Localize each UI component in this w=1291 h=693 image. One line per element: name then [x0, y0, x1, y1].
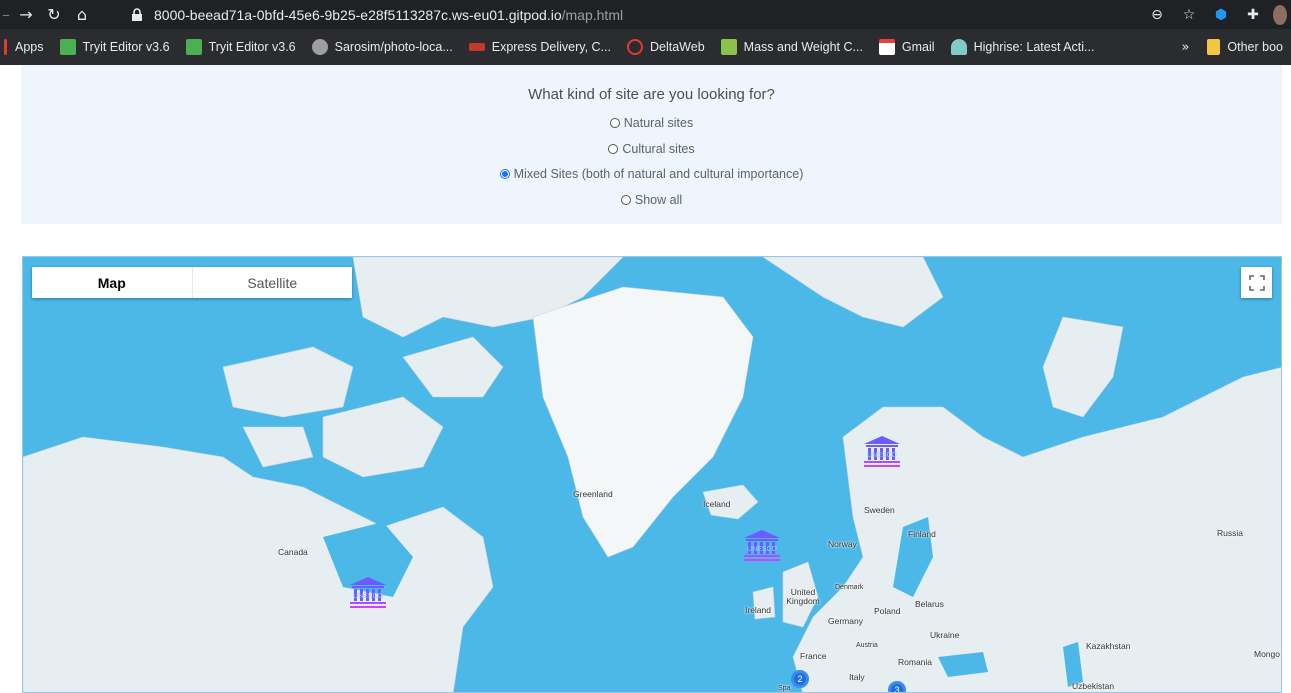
map-label-mongolia: Mongo: [1254, 649, 1280, 659]
map-type-map-button[interactable]: Map: [32, 267, 192, 298]
forward-icon[interactable]: →: [12, 0, 40, 29]
map-label-sweden: Sweden: [864, 505, 895, 515]
map-type-control: Map Satellite: [32, 267, 352, 298]
apps-grid-icon: [4, 39, 7, 55]
map-label-spain: Spa: [778, 685, 791, 692]
more-bookmarks-chevron[interactable]: »: [1167, 40, 1203, 55]
profile-avatar[interactable]: [1273, 4, 1287, 25]
folder-icon: [1207, 39, 1221, 55]
map-label-greenland: Greenland: [573, 489, 613, 499]
home-icon[interactable]: ⌂: [68, 0, 96, 29]
bookmark-mass-weight[interactable]: Mass and Weight C...: [713, 29, 871, 65]
svg-text:UNESCO: UNESCO: [353, 593, 384, 600]
other-bookmarks[interactable]: Other boo: [1203, 29, 1291, 65]
zoom-icon[interactable]: ⊖: [1145, 3, 1169, 27]
puzzle-icon[interactable]: ✚: [1241, 3, 1265, 27]
reload-icon[interactable]: ↻: [40, 0, 68, 29]
svg-text:UNESCO: UNESCO: [747, 546, 778, 553]
express-icon: [468, 43, 485, 51]
bookmark-highrise[interactable]: Highrise: Latest Acti...: [943, 29, 1103, 65]
map-label-romania: Romania: [898, 657, 933, 667]
option-show-all[interactable]: Show all: [21, 193, 1282, 207]
url-path: /map.html: [561, 6, 624, 23]
map-label-uzbekistan: Uzbekistan: [1072, 681, 1115, 691]
lock-icon: [132, 7, 142, 21]
github-icon: [311, 39, 328, 55]
radio-mixed[interactable]: [499, 169, 510, 179]
tryit-icon: [185, 39, 202, 55]
bookmark-label: Apps: [15, 40, 44, 54]
map-label-norway: Norway: [828, 539, 857, 549]
option-label: Natural sites: [623, 116, 694, 130]
browser-toolbar: – → ↻ ⌂ 8000-beead71a-0bfd-45e6-9b25-e28…: [0, 0, 1291, 29]
map-label-poland: Poland: [874, 606, 901, 616]
radio-show-all[interactable]: [620, 195, 631, 205]
bookmark-label: DeltaWeb: [649, 40, 705, 54]
unesco-marker-icon[interactable]: UNESCO: [741, 528, 783, 564]
map-label-kazakhstan: Kazakhstan: [1086, 641, 1131, 651]
svg-text:UNESCO: UNESCO: [867, 452, 898, 459]
map-label-russia: Russia: [1217, 528, 1243, 538]
bookmark-deltaweb[interactable]: DeltaWeb: [619, 29, 713, 65]
bookmark-gmail[interactable]: Gmail: [871, 29, 943, 65]
url-host: 8000-beead71a-0bfd-45e6-9b25-e28f5113287…: [154, 6, 562, 23]
bookmark-apps[interactable]: Apps: [0, 29, 52, 65]
star-icon[interactable]: ☆: [1177, 3, 1201, 27]
option-natural[interactable]: Natural sites: [21, 116, 1282, 130]
url-bar[interactable]: 8000-beead71a-0bfd-45e6-9b25-e28f5113287…: [118, 2, 1206, 27]
world-map[interactable]: Map Satellite Greenland Iceland Canada S…: [22, 256, 1282, 693]
extension-hex-icon[interactable]: ⬢: [1209, 3, 1233, 27]
map-tiles: [23, 257, 1281, 692]
bookmark-tryit-1[interactable]: Tryit Editor v3.6: [52, 29, 178, 65]
bookmark-github[interactable]: Sarosim/photo-loca...: [304, 29, 461, 65]
bookmark-label: Tryit Editor v3.6: [208, 40, 296, 54]
bookmark-label: Gmail: [901, 40, 935, 54]
map-label-austria: Austria: [856, 642, 878, 649]
site-filter-panel: What kind of site are you looking for? N…: [21, 65, 1282, 224]
map-label-finland: Finland: [908, 529, 936, 539]
deltaweb-icon: [626, 39, 643, 55]
bookmark-label: Mass and Weight C...: [743, 40, 863, 54]
option-label: Mixed Sites (both of natural and cultura…: [513, 167, 804, 181]
map-type-satellite-button[interactable]: Satellite: [193, 267, 353, 298]
mass-icon: [720, 39, 737, 55]
other-bookmarks-label: Other boo: [1227, 40, 1283, 54]
map-label-denmark: Denmark: [835, 584, 864, 591]
option-cultural[interactable]: Cultural sites: [21, 142, 1282, 156]
bookmark-express[interactable]: Express Delivery, C...: [461, 29, 619, 65]
unesco-marker-icon[interactable]: UNESCO: [347, 575, 389, 611]
bookmarks-bar: Apps Tryit Editor v3.6 Tryit Editor v3.6…: [0, 29, 1291, 65]
filter-question: What kind of site are you looking for?: [528, 86, 775, 103]
bookmark-label: Tryit Editor v3.6: [82, 40, 170, 54]
bookmark-label: Express Delivery, C...: [491, 40, 611, 54]
map-label-belarus: Belarus: [915, 599, 944, 609]
map-label-france: France: [800, 651, 827, 661]
bookmark-tryit-2[interactable]: Tryit Editor v3.6: [178, 29, 304, 65]
marker-cluster[interactable]: 3: [888, 681, 906, 692]
map-label-iceland: Iceland: [703, 499, 731, 509]
radio-cultural[interactable]: [608, 144, 619, 154]
tryit-icon: [59, 39, 76, 55]
map-label-canada: Canada: [278, 547, 308, 557]
unesco-marker-icon[interactable]: UNESCO: [861, 434, 903, 470]
option-label: Show all: [634, 193, 683, 207]
radio-natural[interactable]: [609, 118, 620, 128]
highrise-icon: [950, 39, 967, 55]
marker-cluster[interactable]: 2: [791, 670, 809, 688]
fullscreen-icon: [1248, 274, 1265, 291]
option-mixed[interactable]: Mixed Sites (both of natural and cultura…: [21, 167, 1282, 181]
bookmark-label: Highrise: Latest Acti...: [973, 40, 1095, 54]
map-label-ukraine: Ukraine: [930, 630, 960, 640]
gmail-icon: [878, 39, 895, 55]
back-icon[interactable]: –: [0, 0, 12, 29]
option-label: Cultural sites: [622, 142, 695, 156]
map-label-germany: Germany: [828, 616, 863, 626]
map-label-ireland: Ireland: [745, 605, 771, 615]
bookmark-label: Sarosim/photo-loca...: [334, 40, 453, 54]
fullscreen-button[interactable]: [1241, 267, 1272, 298]
map-label-italy: Italy: [849, 672, 865, 682]
map-label-uk: United Kingdom: [786, 587, 820, 606]
